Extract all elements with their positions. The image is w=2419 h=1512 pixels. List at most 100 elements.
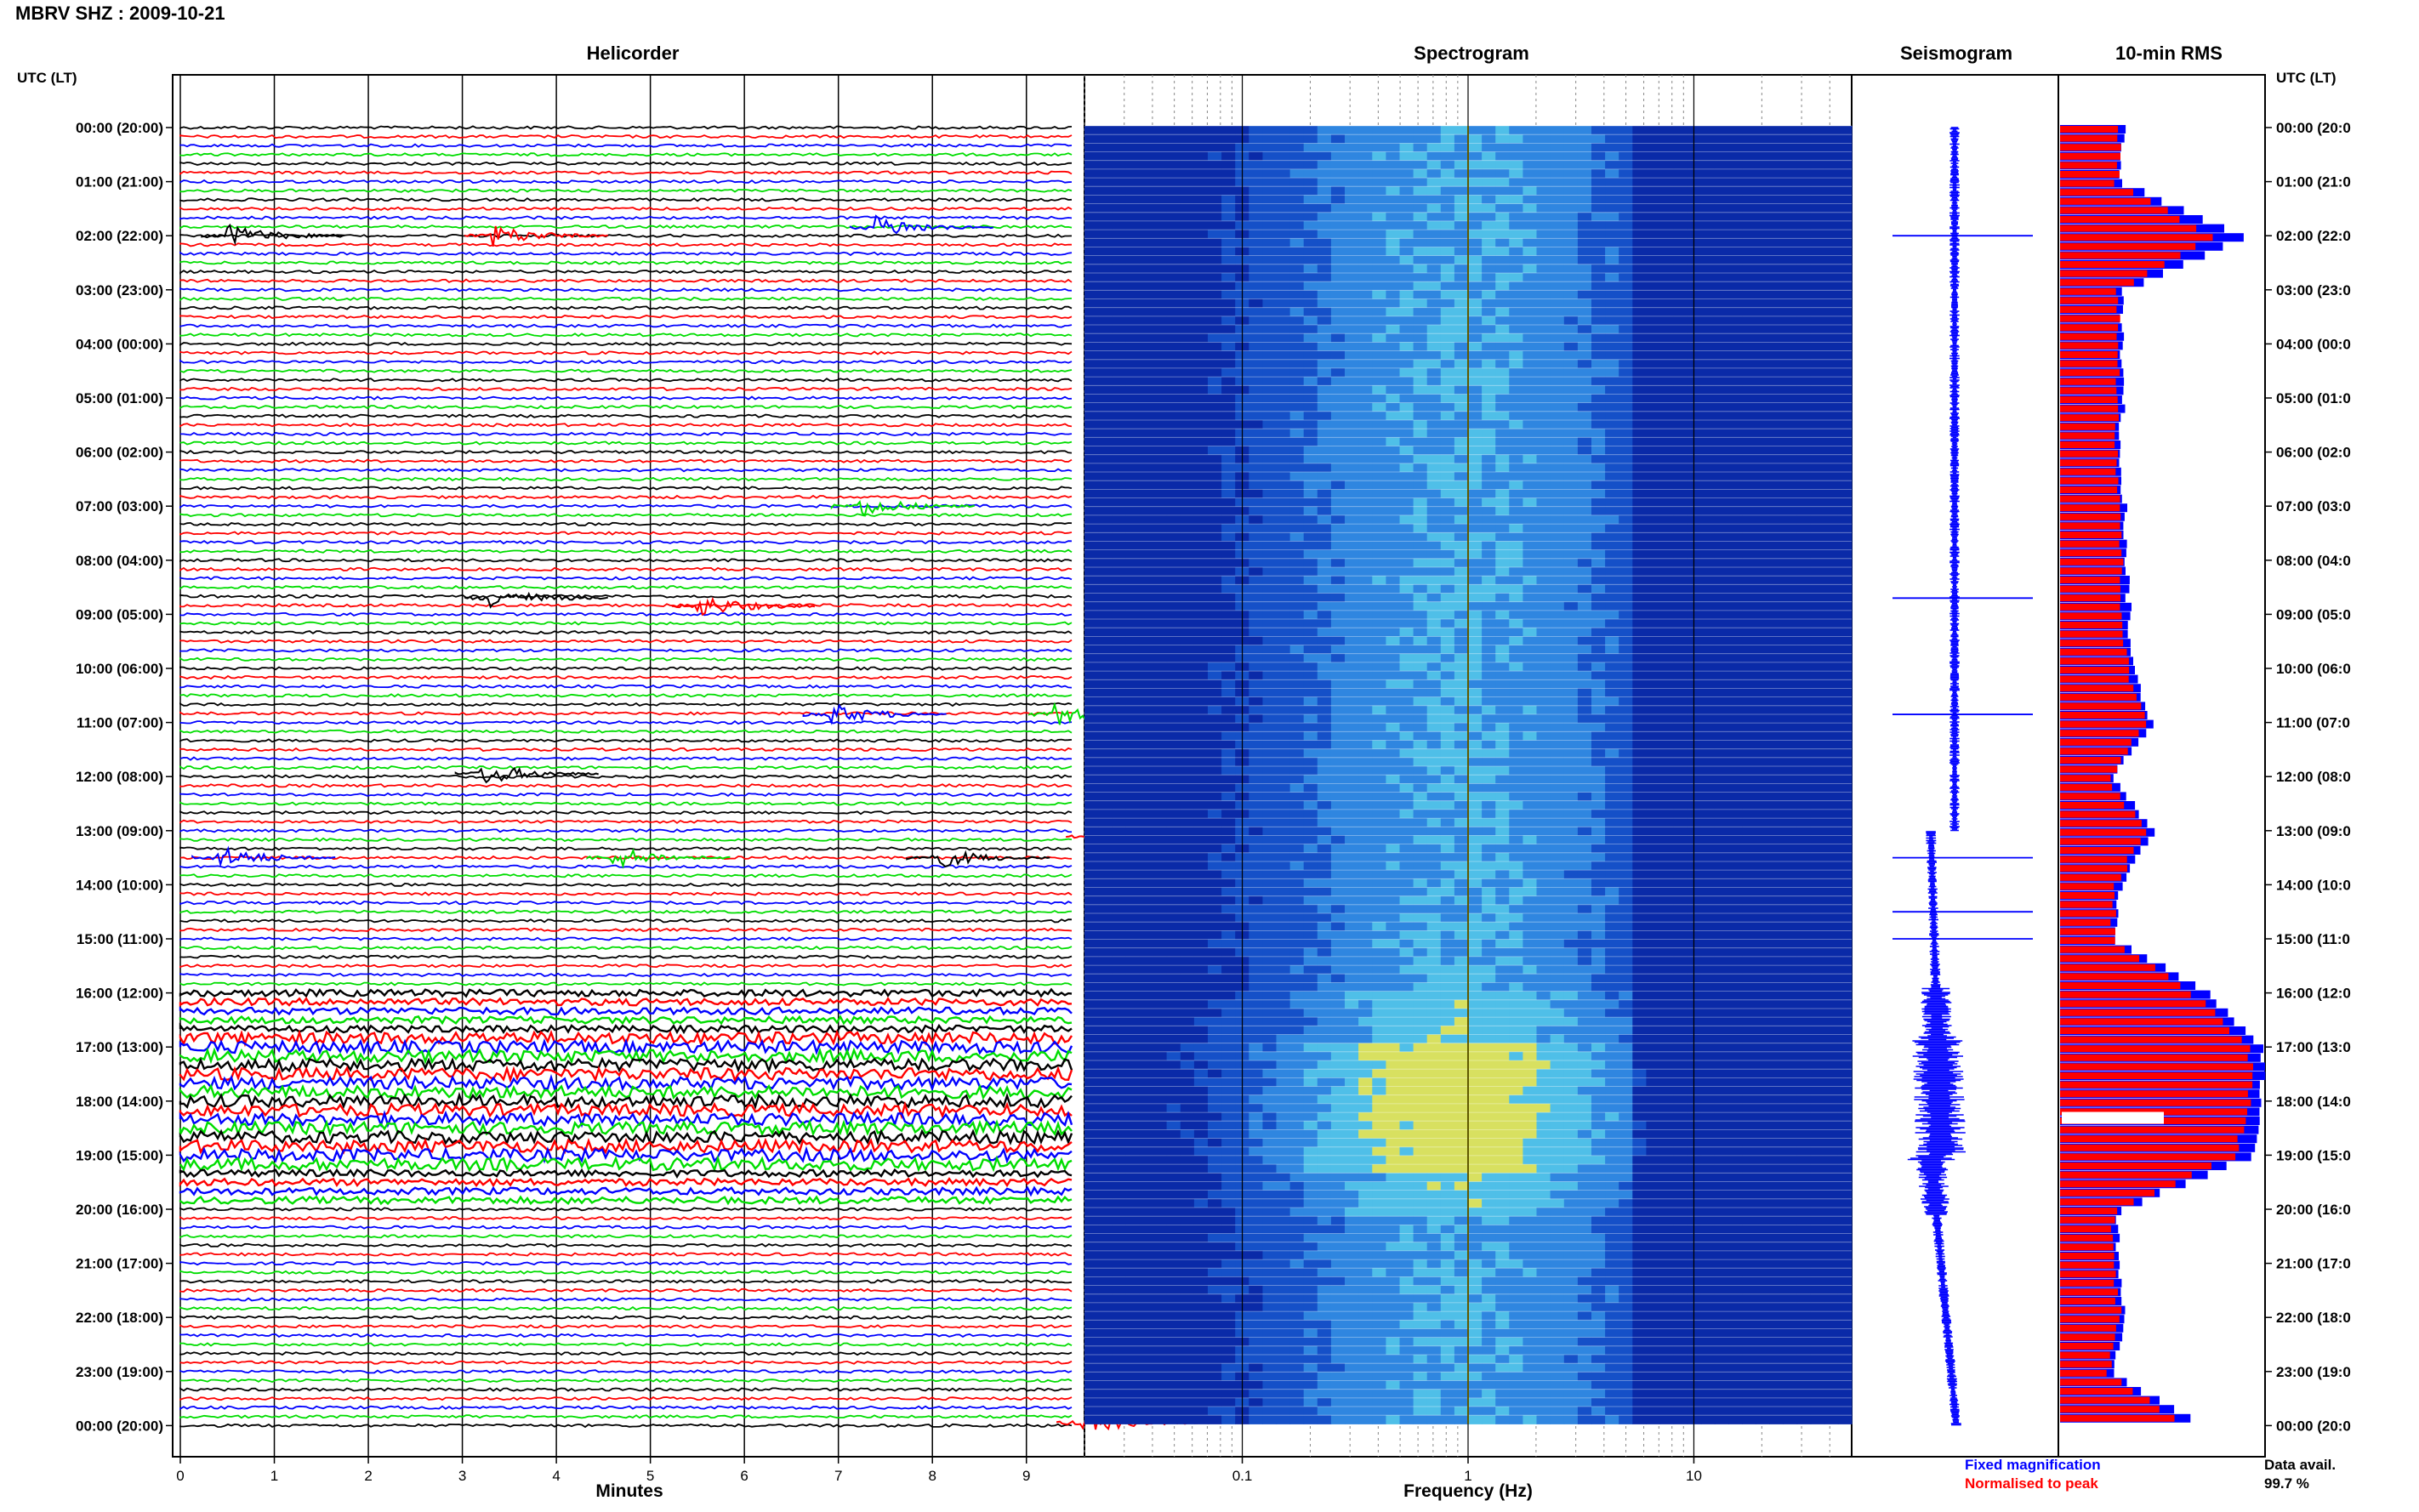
spectrogram-cell [1509,688,1523,698]
spectrogram-cell [1413,497,1428,508]
spectrogram-cell [1495,645,1510,655]
spectrogram-cell [1262,290,1278,299]
spectrogram-cell [1810,558,1825,568]
spectrogram-cell [1591,203,1606,213]
spectrogram-cell [1577,220,1592,230]
spectrogram-cell [1221,377,1236,386]
spectrogram-cell [1166,532,1181,542]
spectrogram-cell [1509,619,1523,628]
spectrogram-cell [1714,212,1729,222]
spectrogram-cell [1221,714,1236,724]
spectrogram-cell [1837,480,1853,490]
spectrogram-cell [1482,238,1496,247]
spectrogram-cell [1673,662,1688,672]
spectrogram-cell [1289,333,1305,343]
spectrogram-cell [1563,757,1579,767]
spectrogram-cell [1482,160,1496,170]
spectrogram-cell [1783,472,1798,481]
spectrogram-cell [1112,480,1126,490]
spectrogram-cell [1112,454,1126,464]
spectrogram-cell [1837,255,1853,265]
spectrogram-cell [1714,247,1729,257]
spectrogram-cell [1659,619,1675,628]
spectrogram-cell [1700,584,1716,594]
spectrogram-cell [1112,273,1126,282]
spectrogram-cell [1591,489,1606,499]
spectrogram-cell [1289,792,1305,802]
spectrogram-cell [1523,315,1538,326]
spectrogram-cell [1208,714,1222,724]
spectrogram-cell [1619,230,1633,239]
spectrogram-cell [1386,437,1401,446]
spectrogram-cell [1509,558,1523,568]
spectrogram-cell [1153,662,1168,672]
spectrogram-cell [1153,835,1168,845]
spectrogram-cell [1112,255,1126,265]
spectrogram-cell [1358,740,1373,750]
spectrogram-cell [1742,584,1756,594]
spectrogram-cell [1482,688,1496,698]
spectrogram-cell [1454,377,1469,386]
spectrogram-cell [1673,472,1688,481]
spectrogram-cell [1728,584,1743,594]
spectrogram-cell [1550,186,1565,196]
spectrogram-cell [1632,472,1647,481]
spectrogram-cell [1824,178,1839,187]
spectrogram-cell [1358,151,1373,162]
spectrogram-cell [1742,377,1756,386]
hour-label-left: 16:00 (12:00) [76,986,163,1002]
spectrogram-cell [1289,549,1305,560]
spectrogram-cell [1837,584,1853,594]
spectrogram-cell [1495,662,1510,672]
spectrogram-cell [1166,671,1181,680]
spectrogram-cell [1139,653,1154,663]
spectrogram-cell [1810,696,1825,707]
spectrogram-cell [1221,532,1236,542]
spectrogram-cell [1386,800,1401,810]
spectrogram-cell [1289,662,1305,672]
spectrogram-cell [1632,264,1647,274]
spectrogram-cell [1180,143,1195,153]
spectrogram-cell [1756,757,1770,767]
spectrogram-cell [1153,315,1168,326]
spectrogram-cell [1262,567,1278,577]
spectrogram-cell [1659,325,1675,334]
spectrogram-cell [1098,480,1113,490]
spectrogram-cell [1495,437,1510,446]
spectrogram-cell [1386,350,1401,361]
spectrogram-cell [1837,238,1853,247]
spectrogram-cell [1605,134,1619,144]
spectrogram-cell [1345,463,1359,473]
spectrogram-cell [1454,679,1469,689]
spectrogram-cell [1358,325,1373,334]
spectrogram-cell [1714,558,1729,568]
spectrogram-cell [1386,290,1401,299]
spectrogram-cell [1591,220,1606,230]
spectrogram-cell [1673,359,1688,369]
spectrogram-cell [1756,714,1770,724]
spectrogram-cell [1249,377,1263,386]
spectrogram-cell [1303,186,1318,196]
spectrogram-cell [1468,342,1483,352]
spectrogram-cell [1756,290,1770,299]
spectrogram-cell [1700,489,1716,499]
spectrogram-cell [1605,203,1619,213]
spectrogram-cell [1317,601,1332,611]
spectrogram-cell [1468,350,1483,361]
spectrogram-cell [1166,402,1181,412]
spectrogram-cell [1193,437,1209,446]
spectrogram-cell [1372,740,1386,750]
spectrogram-cell [1796,377,1812,386]
spectrogram-cell [1577,238,1592,247]
spectrogram-cell [1153,203,1168,213]
spectrogram-cell [1591,714,1606,724]
spectrogram-cell [1550,800,1565,810]
spectrogram-cell [1769,273,1784,282]
spectrogram-cell [1193,160,1209,170]
spectrogram-cell [1180,463,1195,473]
spectrogram-cell [1426,480,1442,490]
spectrogram-cell [1523,367,1538,378]
spectrogram-cell [1166,463,1181,473]
spectrogram-cell [1399,264,1414,274]
spectrogram-cell [1769,723,1784,732]
